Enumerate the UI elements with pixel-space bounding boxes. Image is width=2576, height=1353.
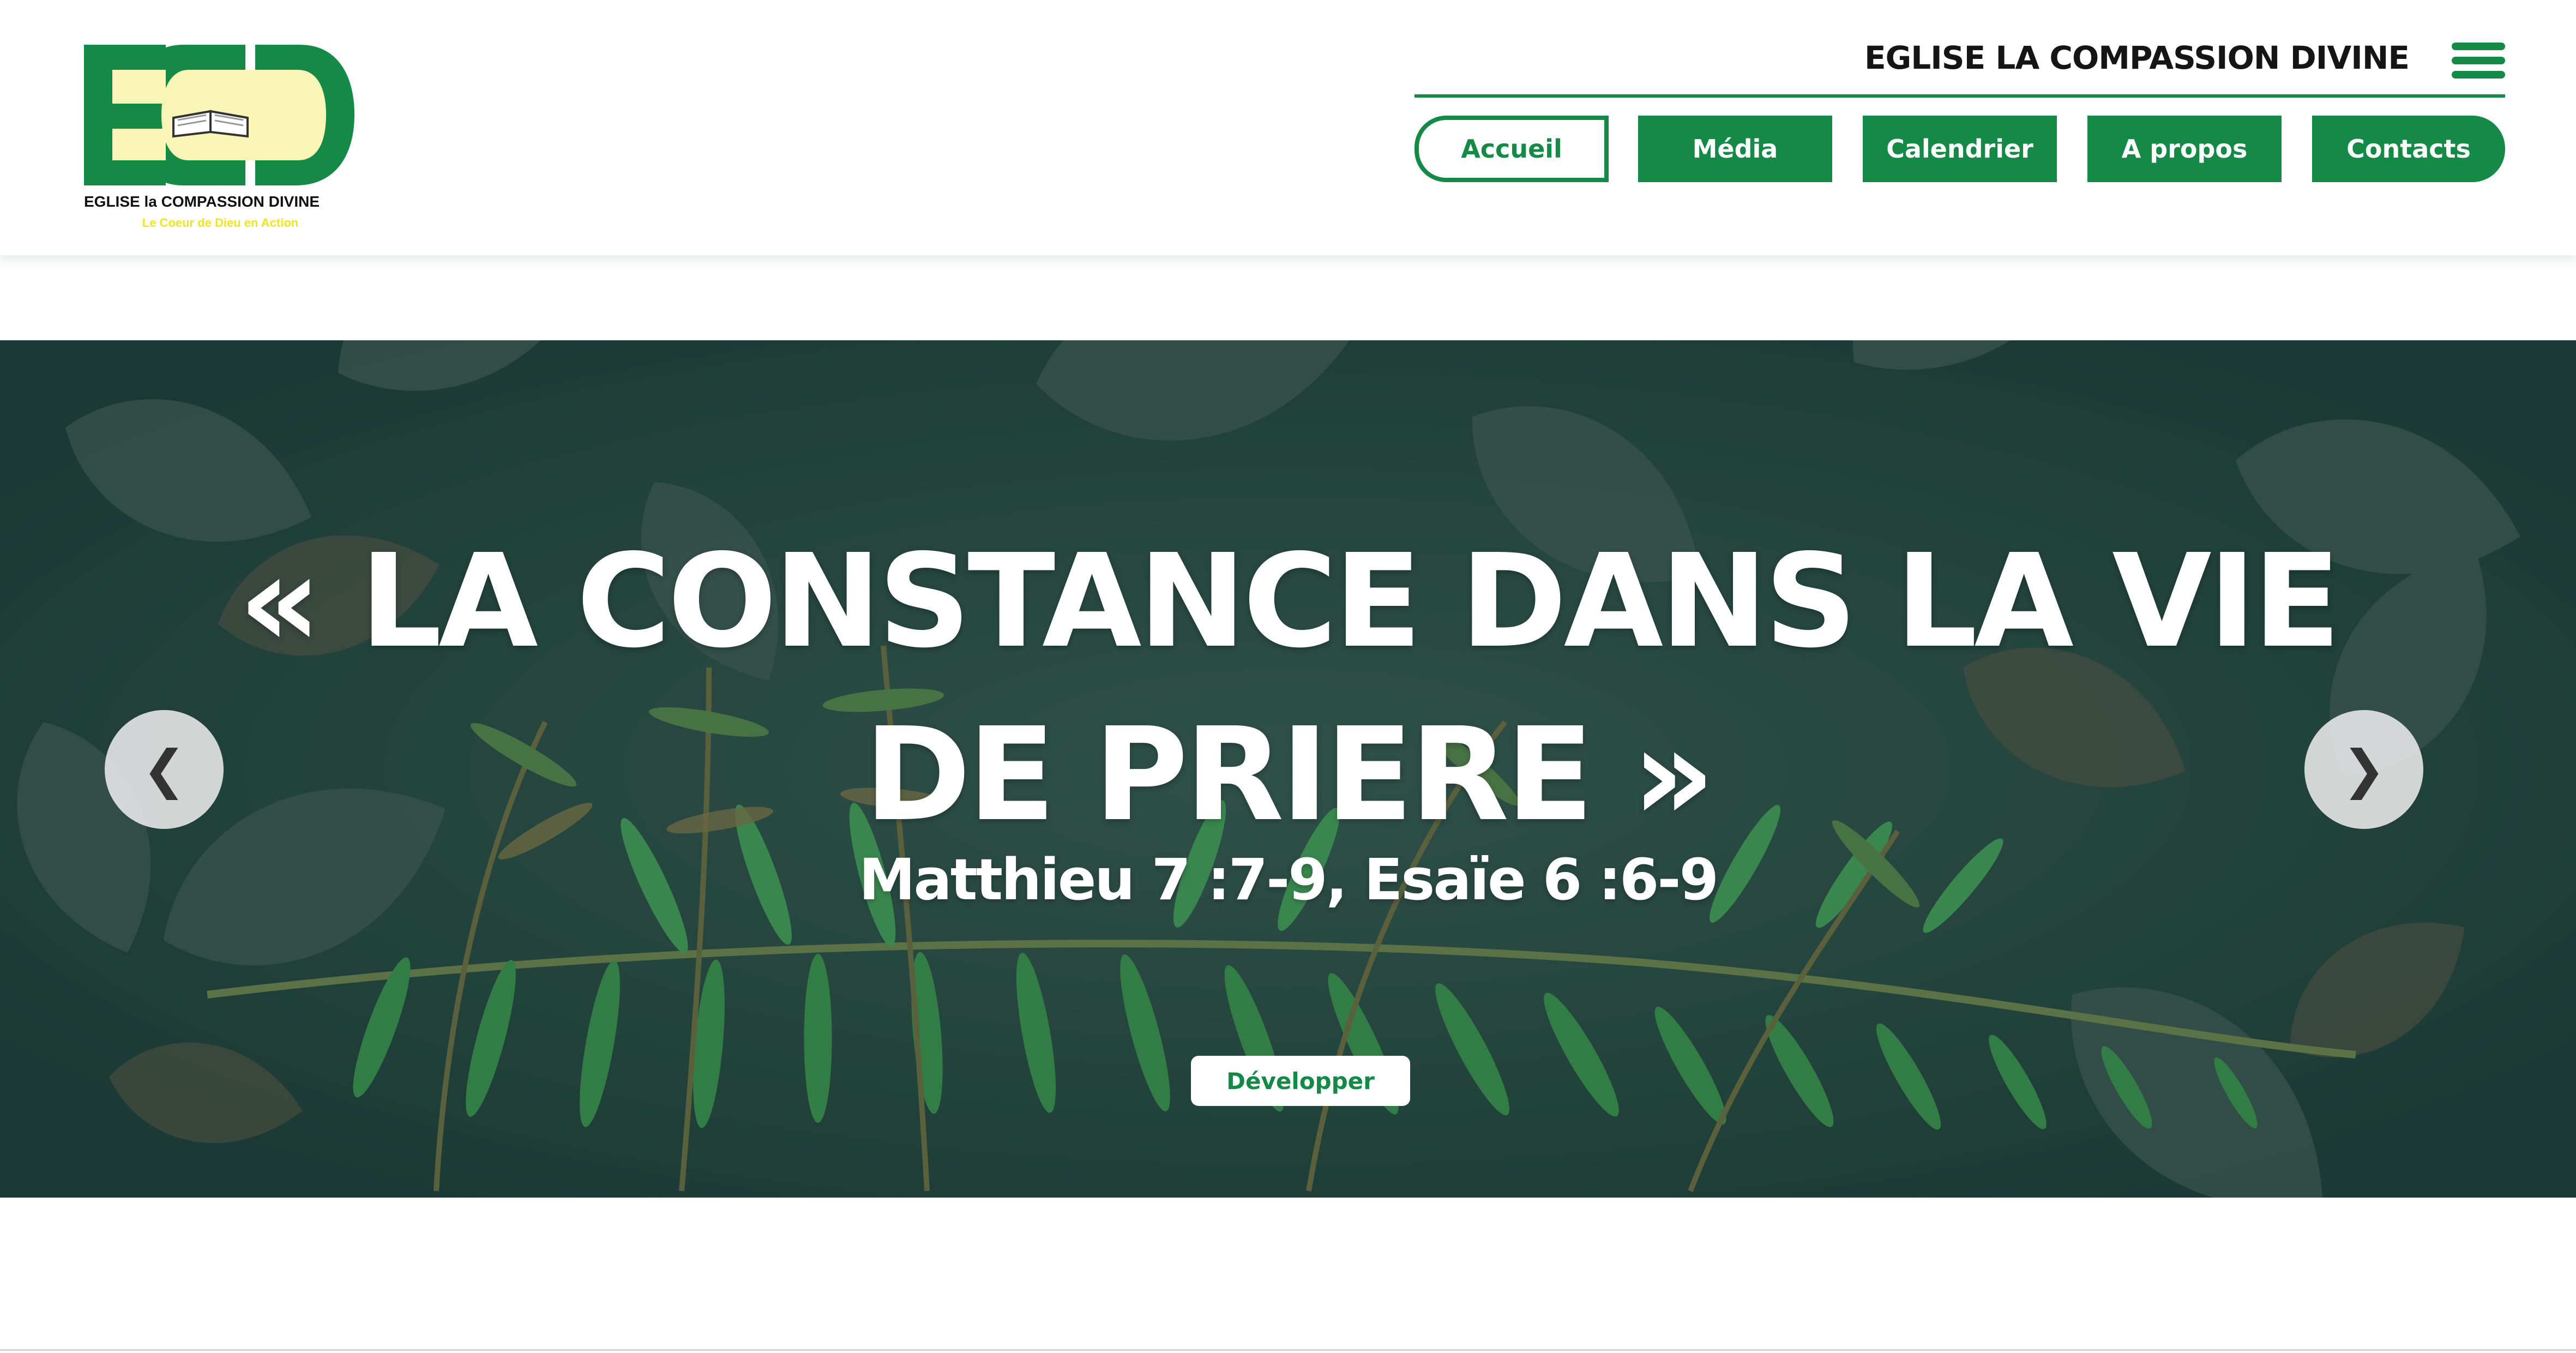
hamburger-icon[interactable] bbox=[2452, 43, 2505, 79]
sermon-title-line-1: « LA CONSTANCE DANS LA VIE bbox=[238, 526, 2341, 676]
church-logo[interactable]: EGLISE la COMPASSION DIVINE Le Coeur de … bbox=[82, 43, 360, 233]
site-header: EGLISE la COMPASSION DIVINE Le Coeur de … bbox=[0, 0, 2576, 255]
ecd-monogram-logo bbox=[84, 45, 354, 185]
hero-carousel: « LA CONSTANCE DANS LA VIE DE PRIERE » M… bbox=[0, 340, 2576, 1198]
logo-church-name: EGLISE la COMPASSION DIVINE bbox=[84, 193, 320, 210]
develop-button[interactable]: Développer bbox=[1191, 1056, 1410, 1106]
nav-media[interactable]: Média bbox=[1638, 116, 1832, 182]
chevron-right-icon: ❯ bbox=[2342, 739, 2386, 800]
logo-tagline: Le Coeur de Dieu en Action bbox=[142, 216, 299, 230]
church-name-title: EGLISE LA COMPASSION DIVINE bbox=[1864, 39, 2410, 76]
sermon-title-line-2: DE PRIERE » bbox=[864, 700, 1716, 850]
nav-calendrier[interactable]: Calendrier bbox=[1863, 116, 2057, 182]
sermon-title: « LA CONSTANCE DANS LA VIE DE PRIERE » bbox=[0, 515, 2576, 862]
carousel-next-button[interactable]: ❯ bbox=[2304, 710, 2423, 829]
scripture-reference: Matthieu 7 :7-9, Esaïe 6 :6-9 bbox=[859, 846, 1719, 913]
nav-contacts[interactable]: Contacts bbox=[2312, 116, 2505, 182]
carousel-prev-button[interactable]: ❮ bbox=[105, 710, 224, 829]
header-divider bbox=[1415, 94, 2505, 98]
nav-a-propos[interactable]: A propos bbox=[2087, 116, 2282, 182]
book-icon bbox=[172, 110, 249, 138]
nav-accueil[interactable]: Accueil bbox=[1415, 116, 1609, 182]
chevron-left-icon: ❮ bbox=[142, 739, 186, 800]
page-bottom-divider bbox=[0, 1349, 2576, 1351]
